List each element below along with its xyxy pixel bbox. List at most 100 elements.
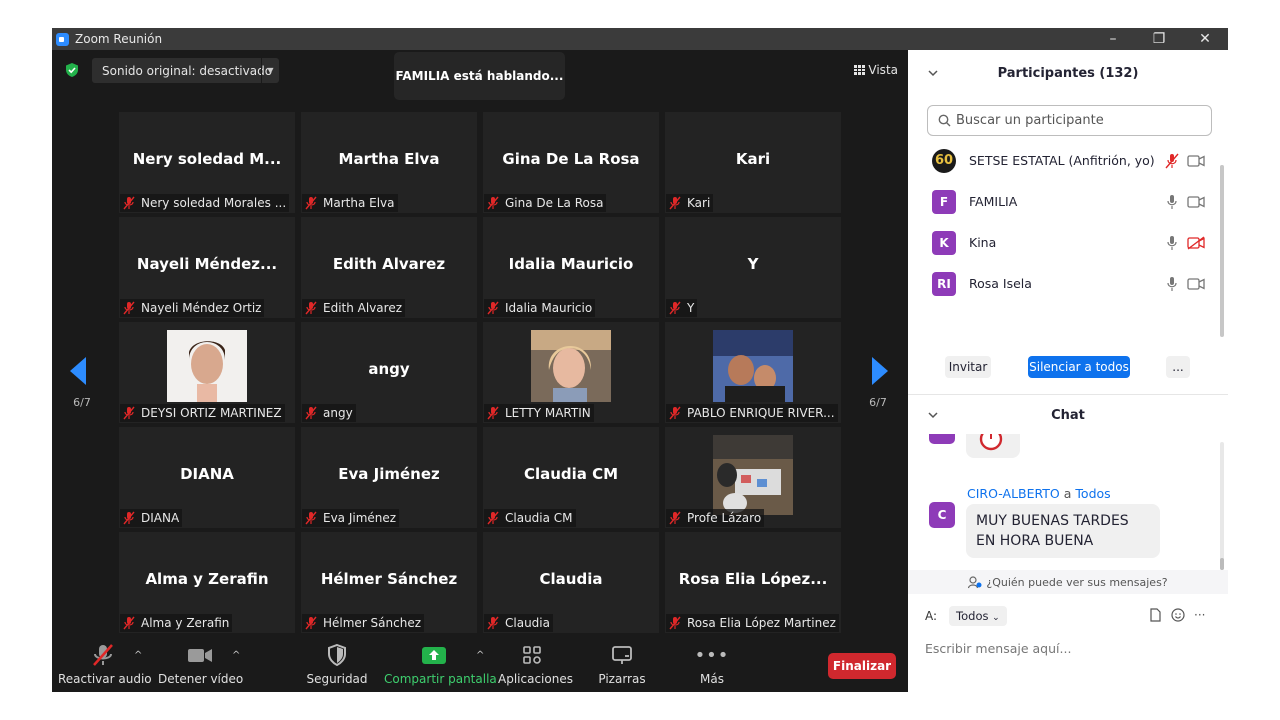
participant-tile[interactable]: DIANA DIANA xyxy=(119,427,295,528)
video-gallery: Sonido original: desactivado ▼ FAMILIA e… xyxy=(52,50,908,640)
participant-tile[interactable]: Martha Elva Martha Elva xyxy=(301,112,477,213)
chat-to-label: A: xyxy=(925,609,938,623)
unmute-audio-button[interactable]: Reactivar audio xyxy=(58,640,152,692)
who-can-see-link[interactable]: ¿Quién puede ver sus mensajes? xyxy=(908,570,1228,594)
muted-mic-icon xyxy=(487,406,499,420)
whiteboards-button[interactable]: Pizarras xyxy=(594,640,650,692)
camera-off-icon[interactable] xyxy=(1187,235,1205,250)
participant-name: FAMILIA xyxy=(969,194,1018,209)
participant-name-tag: Alma y Zerafin xyxy=(120,614,233,632)
end-meeting-button[interactable]: Finalizar xyxy=(828,653,896,679)
participant-row[interactable]: F FAMILIA xyxy=(908,181,1220,222)
participant-search-input[interactable]: Buscar un participante xyxy=(927,105,1212,136)
participant-name: Rosa Isela xyxy=(969,276,1032,291)
participant-row[interactable]: RI Rosa Isela xyxy=(908,263,1220,304)
more-dots-icon: ••• xyxy=(694,644,730,666)
previous-message-bubble xyxy=(966,434,1020,458)
chat-sender-avatar: C xyxy=(929,502,955,528)
participant-tile[interactable]: LETTY MARTIN xyxy=(483,322,659,423)
participant-tile[interactable]: Gina De La Rosa Gina De La Rosa xyxy=(483,112,659,213)
camera-icon[interactable] xyxy=(1187,277,1205,291)
restore-button[interactable]: ❐ xyxy=(1136,28,1182,50)
participant-list-scrollbar[interactable] xyxy=(1220,165,1224,337)
participant-tile[interactable]: Rosa Elia López... Rosa Elia López Martin… xyxy=(665,532,841,633)
participant-tile[interactable]: Eva Jiménez Eva Jiménez xyxy=(301,427,477,528)
next-page-arrow-icon[interactable] xyxy=(870,356,890,386)
muted-mic-icon xyxy=(487,196,499,210)
participant-tile[interactable]: PABLO ENRIQUE RIVER... xyxy=(665,322,841,423)
grid-view-icon xyxy=(854,65,866,75)
participant-tile[interactable]: angy angy xyxy=(301,322,477,423)
search-placeholder: Buscar un participante xyxy=(956,113,1104,128)
emoji-icon[interactable] xyxy=(1171,608,1185,622)
title-bar: Zoom Reunión – ❐ ✕ xyxy=(52,28,1228,50)
view-button[interactable]: Vista xyxy=(854,63,898,77)
participant-name-tag: Profe Lázaro xyxy=(666,509,765,527)
participant-name-label: Profe Lázaro xyxy=(687,511,762,525)
share-screen-button[interactable]: Compartir pantalla xyxy=(384,640,497,692)
collapse-chat-chevron-icon[interactable] xyxy=(928,410,938,420)
share-options-caret-icon[interactable]: ^ xyxy=(476,650,484,661)
participant-tile[interactable]: Edith Alvarez Edith Alvarez xyxy=(301,217,477,318)
invite-button[interactable]: Invitar xyxy=(945,356,991,378)
previous-page-arrow-icon[interactable] xyxy=(68,356,88,386)
participant-tile[interactable]: Claudia CM Claudia CM xyxy=(483,427,659,528)
participants-header: Participantes (132) xyxy=(908,50,1228,96)
security-label: Seguridad xyxy=(306,672,368,686)
participant-tile[interactable]: Nery soledad M... Nery soledad Morales ..… xyxy=(119,112,295,213)
chat-sender-line: CIRO-ALBERTO a Todos xyxy=(967,486,1111,501)
whiteboard-icon xyxy=(612,646,632,664)
mute-all-button[interactable]: Silenciar a todos xyxy=(1028,356,1130,378)
camera-icon[interactable] xyxy=(1187,154,1205,168)
participant-tile[interactable]: Kari Kari xyxy=(665,112,841,213)
audio-options-caret-icon[interactable]: ^ xyxy=(134,650,142,661)
original-sound-button[interactable]: Sonido original: desactivado ▼ xyxy=(92,58,279,83)
chat-more-icon[interactable]: ··· xyxy=(1194,608,1205,622)
page-indicator-left: 6/7 xyxy=(73,396,91,409)
security-button[interactable]: Seguridad xyxy=(306,640,368,692)
muted-mic-icon xyxy=(305,616,317,630)
participant-display-name: Edith Alvarez xyxy=(332,255,446,273)
participant-row[interactable]: 60 SETSE ESTATAL (Anfitrión, yo) xyxy=(908,140,1220,181)
chat-tools: ··· xyxy=(1149,608,1205,622)
participant-row[interactable]: K Kina xyxy=(908,222,1220,263)
encryption-shield-icon[interactable] xyxy=(64,62,80,78)
file-icon[interactable] xyxy=(1149,608,1162,622)
participant-name-label: LETTY MARTIN xyxy=(505,406,591,420)
participant-tile[interactable]: Profe Lázaro xyxy=(665,427,841,528)
participant-tile[interactable]: Hélmer Sánchez Hélmer Sánchez xyxy=(301,532,477,633)
collapse-participants-chevron-icon[interactable] xyxy=(928,68,938,78)
stop-video-button[interactable]: Detener vídeo xyxy=(158,640,243,692)
participant-video-thumbnail xyxy=(531,330,611,402)
participant-display-name: Nayeli Méndez... xyxy=(136,255,278,273)
participant-avatar: K xyxy=(932,230,956,255)
participant-tile[interactable]: Alma y Zerafin Alma y Zerafin xyxy=(119,532,295,633)
chat-scrollbar[interactable] xyxy=(1220,442,1224,570)
microphone-icon[interactable] xyxy=(1165,235,1179,251)
original-sound-caret-icon[interactable]: ▼ xyxy=(261,58,279,83)
video-options-caret-icon[interactable]: ^ xyxy=(232,650,240,661)
apps-button[interactable]: Aplicaciones xyxy=(498,640,573,692)
participant-tile[interactable]: YY xyxy=(665,217,841,318)
participant-tile[interactable]: Claudia Claudia xyxy=(483,532,659,633)
chat-message-input[interactable]: Escribir mensaje aquí... xyxy=(925,641,1071,656)
participant-display-name: angy xyxy=(368,360,410,378)
muted-mic-icon xyxy=(123,196,135,210)
participant-tile[interactable]: Idalia Mauricio Idalia Mauricio xyxy=(483,217,659,318)
microphone-icon[interactable] xyxy=(1165,194,1179,210)
view-label: Vista xyxy=(868,63,898,77)
minimize-button[interactable]: – xyxy=(1090,28,1136,50)
close-button[interactable]: ✕ xyxy=(1182,28,1228,50)
share-screen-label: Compartir pantalla xyxy=(384,672,497,686)
participant-display-name: Martha Elva xyxy=(338,150,440,168)
participant-tile[interactable]: Nayeli Méndez... Nayeli Méndez Ortiz xyxy=(119,217,295,318)
camera-icon[interactable] xyxy=(1187,195,1205,209)
more-button[interactable]: ••• Más xyxy=(688,640,736,692)
participants-more-button[interactable]: ... xyxy=(1166,356,1190,378)
chat-recipient-dropdown[interactable]: Todos ⌄ xyxy=(949,606,1007,626)
participant-row-partial[interactable] xyxy=(908,304,1220,316)
muted-mic-icon[interactable] xyxy=(1165,153,1179,169)
meeting-toolbar: Reactivar audio ^ Detener vídeo ^ Seguri… xyxy=(52,640,908,692)
microphone-icon[interactable] xyxy=(1165,276,1179,292)
participant-tile[interactable]: DEYSI ORTIZ MARTINEZ xyxy=(119,322,295,423)
